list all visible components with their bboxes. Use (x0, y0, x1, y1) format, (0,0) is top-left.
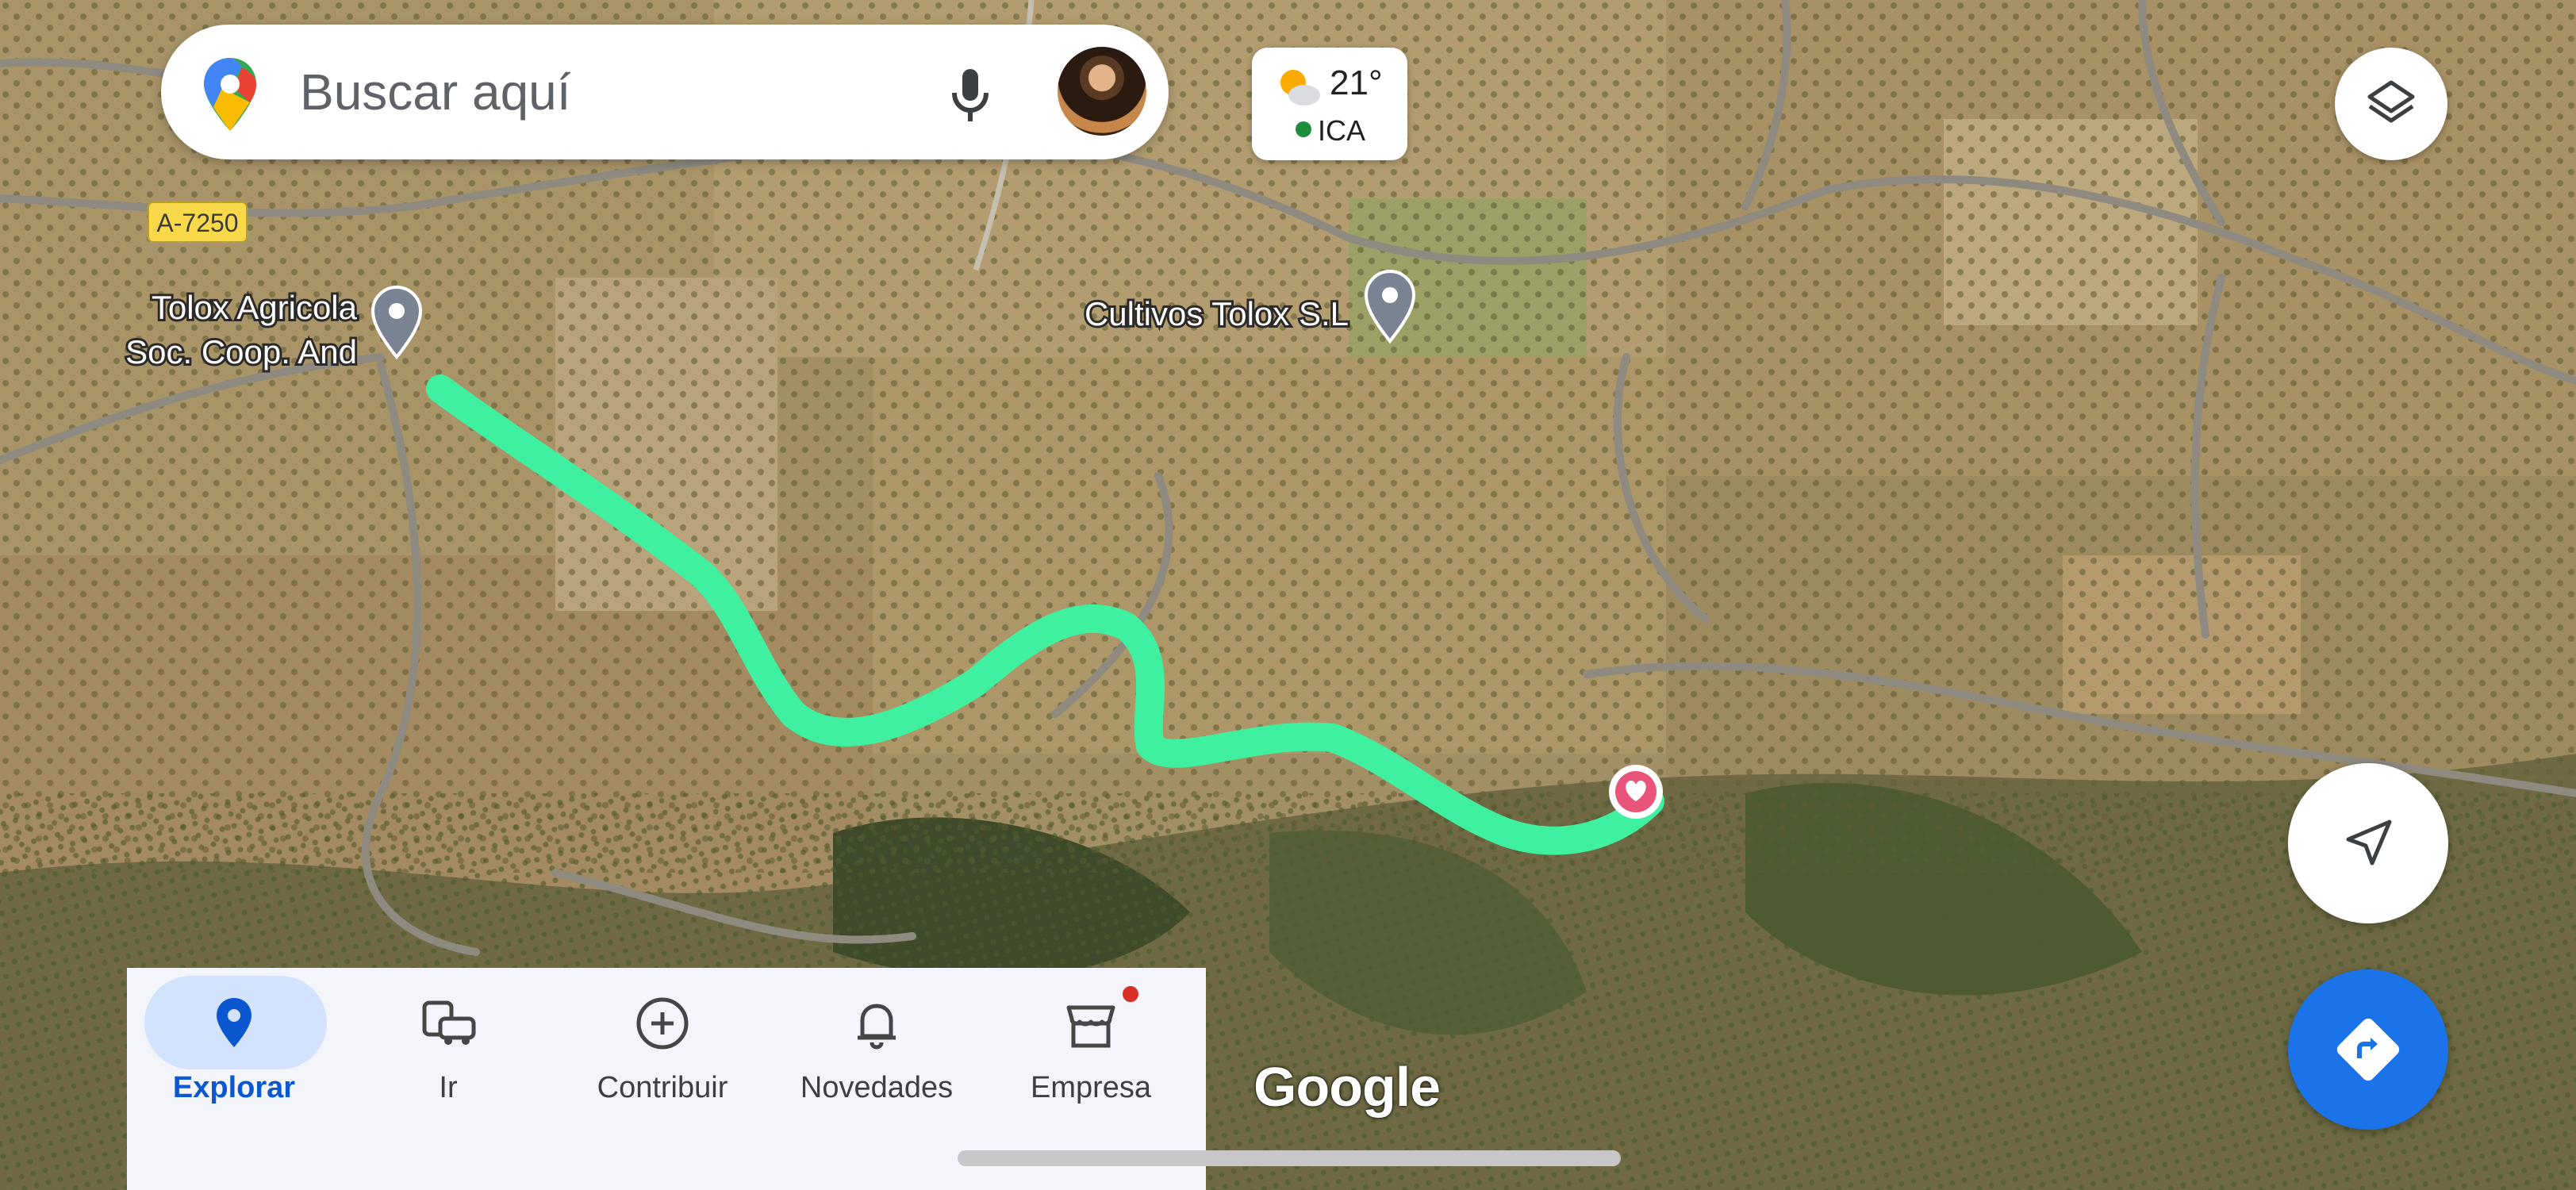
tab-label: Empresa (1030, 1071, 1152, 1104)
navigation-arrow-icon (2346, 820, 2392, 866)
search-bar[interactable]: Buscar aquí (161, 25, 1169, 159)
notification-badge (1120, 984, 1141, 1004)
place-label-cultivos-tolox[interactable]: Cultivos Tolox S.L (1082, 293, 1351, 335)
tab-explorar[interactable]: Explorar (127, 968, 341, 1190)
add-circle-icon (636, 997, 689, 1050)
place-label-tolox-agricola-line1[interactable]: Tolox Agricola (149, 286, 360, 328)
location-pin-icon (217, 998, 251, 1047)
storefront-icon (1066, 1005, 1115, 1048)
partly-cloudy-icon (1280, 70, 1320, 106)
tab-label: Contribuir (597, 1071, 728, 1104)
tab-label: Explorar (172, 1071, 296, 1104)
aqi-status-dot (1296, 121, 1311, 137)
search-input[interactable]: Buscar aquí (300, 63, 571, 121)
road-shield: A-7250 (148, 202, 248, 243)
weather-chip[interactable]: 21° ICA (1252, 48, 1407, 160)
tab-contribuir[interactable]: Contribuir (555, 968, 770, 1190)
temperature: 21° (1330, 63, 1383, 102)
bell-icon (858, 1004, 896, 1050)
home-indicator[interactable] (958, 1150, 1621, 1166)
aqi-label: ICA (1318, 114, 1366, 147)
tab-novedades[interactable]: Novedades (770, 968, 984, 1190)
my-location-button[interactable] (2288, 763, 2448, 923)
tab-ir[interactable]: Ir (341, 968, 555, 1190)
google-watermark: Google (1253, 1056, 1441, 1118)
place-label-tolox-agricola-line2[interactable]: Soc. Coop. And (123, 331, 359, 373)
directions-icon (2336, 1018, 2400, 1081)
directions-button[interactable] (2288, 969, 2448, 1130)
tab-label: Ir (439, 1071, 458, 1104)
microphone-icon[interactable] (931, 55, 1010, 134)
avatar[interactable] (1058, 47, 1146, 136)
destination-heart-marker[interactable] (1609, 765, 1663, 819)
commute-icon (422, 1000, 476, 1045)
google-maps-logo-icon (204, 58, 256, 131)
tab-label: Novedades (800, 1071, 954, 1104)
layers-button[interactable] (2335, 48, 2447, 160)
layers-icon (2367, 80, 2415, 123)
road-label: A-7250 (156, 209, 238, 237)
